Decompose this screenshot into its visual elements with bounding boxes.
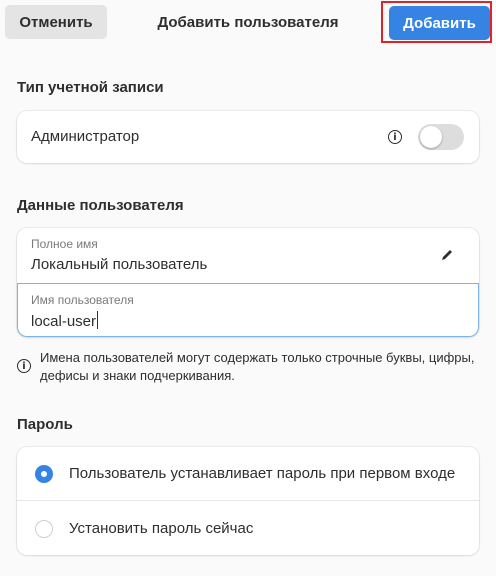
admin-label: Администратор — [31, 128, 140, 145]
radio-set-now[interactable] — [35, 520, 53, 538]
username-input[interactable]: Имя пользователя local-user — [17, 283, 479, 337]
header-bar: Отменить Добавить пользователя Добавить — [0, 0, 496, 44]
fullname-label: Полное имя — [31, 237, 98, 251]
option-first-login-label[interactable]: Пользователь устанавливает пароль при пе… — [69, 465, 455, 482]
password-options-card: Пользователь устанавливает пароль при пе… — [17, 447, 479, 555]
account-type-heading: Тип учетной записи — [17, 79, 164, 96]
user-data-heading: Данные пользователя — [17, 197, 184, 214]
dialog-title: Добавить пользователя — [157, 13, 339, 31]
password-heading: Пароль — [17, 416, 73, 433]
username-value-wrap: local-user — [31, 311, 99, 330]
add-button[interactable]: Добавить — [389, 6, 490, 40]
radio-set-on-first-login[interactable] — [35, 465, 53, 483]
options-divider — [17, 500, 479, 501]
cancel-button[interactable]: Отменить — [5, 5, 107, 39]
text-caret — [97, 311, 99, 329]
admin-toggle[interactable] — [418, 124, 464, 150]
edit-pencil-icon[interactable] — [440, 248, 454, 262]
fullname-field[interactable]: Локальный пользователь — [31, 256, 207, 273]
toggle-knob — [420, 126, 442, 148]
admin-row: Администратор i — [17, 111, 479, 163]
username-hint: Имена пользователей могут содержать толь… — [40, 350, 475, 383]
option-set-now-label[interactable]: Установить пароль сейчас — [69, 520, 253, 537]
info-icon[interactable]: i — [388, 130, 402, 144]
username-value: local-user — [31, 313, 97, 330]
note-info-icon: i — [17, 359, 31, 373]
username-label: Имя пользователя — [31, 293, 134, 307]
